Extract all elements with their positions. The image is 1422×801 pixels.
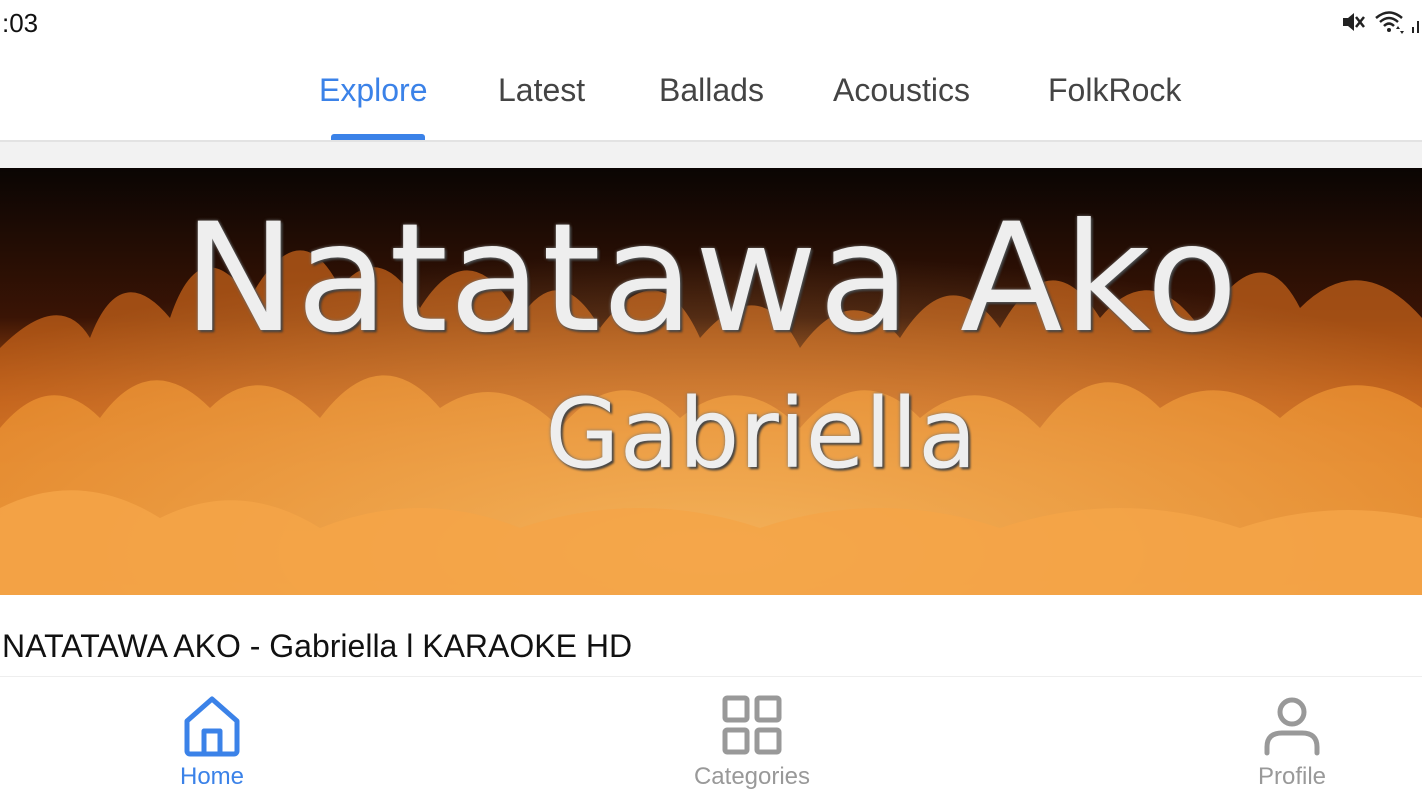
divider-strip xyxy=(0,142,1422,168)
home-icon xyxy=(184,696,240,757)
status-time: :03 xyxy=(2,8,39,38)
video-thumbnail[interactable]: Natatawa Ako Gabriella xyxy=(0,168,1422,595)
nav-categories[interactable]: Categories xyxy=(672,695,832,791)
tab-latest[interactable]: Latest xyxy=(498,72,585,109)
category-tabs: Explore Latest Ballads Acoustics FolkRoc… xyxy=(0,48,1422,142)
mute-icon xyxy=(1340,9,1366,40)
tab-ballads[interactable]: Ballads xyxy=(659,72,764,109)
nav-categories-label: Categories xyxy=(693,763,811,790)
grid-icon xyxy=(722,695,782,755)
video-title[interactable]: NATATAWA AKO - Gabriella l KARAOKE HD xyxy=(2,628,632,665)
tab-folkrock[interactable]: FolkRock xyxy=(1048,72,1181,109)
signal-icon xyxy=(1412,9,1420,40)
nav-home-label: Home xyxy=(179,763,245,790)
tab-explore[interactable]: Explore xyxy=(319,72,428,109)
thumbnail-title: Natatawa Ako xyxy=(183,192,1239,366)
active-tab-indicator xyxy=(331,134,425,140)
nav-home[interactable]: Home xyxy=(132,695,292,791)
status-bar: :03 xyxy=(0,0,1422,48)
nav-profile-label: Profile xyxy=(1257,763,1327,790)
thumbnail-subtitle: Gabriella xyxy=(545,378,977,490)
user-icon xyxy=(1264,697,1320,756)
bottom-nav: Home Categories Profile xyxy=(0,676,1422,801)
tab-acoustics[interactable]: Acoustics xyxy=(833,72,970,109)
nav-profile[interactable]: Profile xyxy=(1212,695,1372,791)
status-icons xyxy=(1340,8,1420,40)
wifi-icon xyxy=(1374,9,1404,40)
